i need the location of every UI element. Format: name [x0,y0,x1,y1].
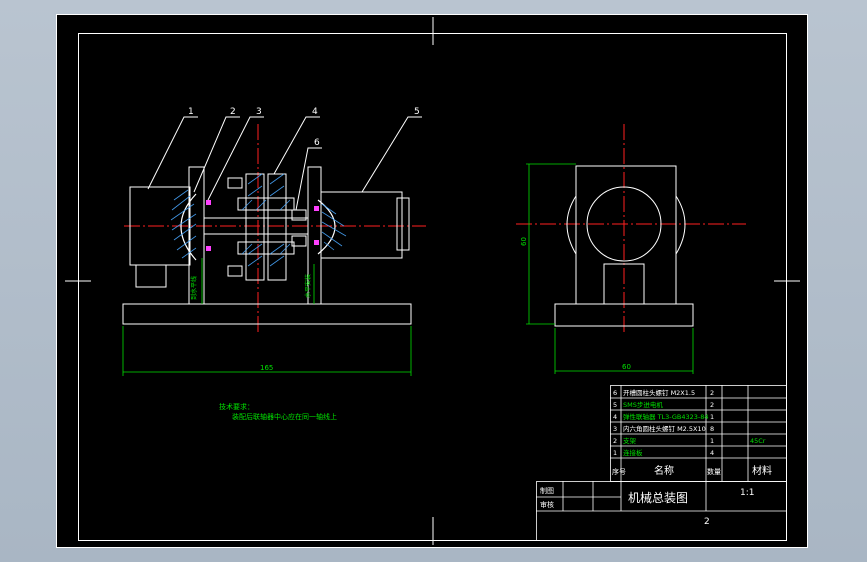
notes-heading: 技术要求： [219,402,254,411]
balloon-4: 4 [312,107,318,117]
balloon-3: 3 [256,107,262,117]
parts-row-6: 6 开槽圆柱头螺钉 M2X1.5 2 [613,388,714,397]
balloon-5: 5 [414,107,420,117]
parts-row-2: 2 支架 1 45Cr [613,436,766,445]
parts-row-1: 1 连接板 4 [613,448,714,457]
balloon-labels: 1 2 3 4 5 6 [188,107,420,148]
front-view [122,166,412,325]
center-lines [124,124,746,334]
front-width-dimension: 165 [260,364,273,372]
title-block: 制图 审核 机械总装图 1:1 2 [540,486,754,527]
base-plate [122,303,412,325]
part-4-name: 弹性联轴器 TL3-GB4323-84 [623,412,709,421]
header-material: 材料 [752,464,772,477]
part-3-name: 内六角圆柱头螺钉 M2.5X10 [623,424,706,433]
side-dimensions [526,163,694,374]
balloon-2: 2 [230,107,236,117]
sheet-frame [56,14,808,548]
balloon-1: 1 [188,107,194,117]
drawing-title: 机械总装图 [628,490,688,505]
part-4-no: 4 [613,413,617,421]
part-5-qty: 2 [710,401,714,409]
header-qty: 数量 [707,467,721,476]
side-width-dimension: 60 [622,363,631,371]
notes-line-1: 装配后联轴器中心应在同一轴线上 [232,412,337,421]
part-3-no: 3 [613,425,617,433]
part-6-qty: 2 [710,389,714,397]
coupling-left-half [245,173,265,281]
header-no: 序号 [612,467,626,476]
coupling-right-half [267,173,287,281]
right-motor-body [320,191,403,259]
part-4-qty: 1 [710,413,714,421]
part-6-name: 开槽圆柱头螺钉 M2X1.5 [623,388,695,397]
vertical-dim-label-a: 到水平线 [190,276,198,300]
sheet-number: 2 [704,517,710,527]
part-1-qty: 4 [710,449,714,457]
part-5-name: SMS步进电机 [623,400,663,409]
part-2-material: 45Cr [750,437,766,445]
part-2-no: 2 [613,437,617,445]
cad-viewport[interactable]: 1 2 3 4 5 6 165 到水平线 水平安装 60 60 技术要求： 装配… [56,14,808,548]
part-6-no: 6 [613,389,617,397]
part-1-no: 1 [613,449,617,457]
part-3-qty: 8 [710,425,714,433]
parts-row-3: 3 内六角圆柱头螺钉 M2.5X10 8 [613,424,714,433]
balloon-6: 6 [314,138,320,148]
part-2-name: 支架 [623,436,637,445]
part-2-qty: 1 [710,437,714,445]
parts-row-5: 5 SMS步进电机 2 [613,400,714,409]
part-5-no: 5 [613,401,617,409]
checked-label: 审核 [540,500,554,509]
header-name: 名称 [654,464,674,477]
drawing-scale: 1:1 [740,488,754,498]
side-height-dimension: 60 [520,237,528,246]
parts-row-4: 4 弹性联轴器 TL3-GB4323-84 1 [613,412,714,421]
assembly-drawing: 1 2 3 4 5 6 165 到水平线 水平安装 60 60 技术要求： 装配… [56,14,808,548]
part-1-name: 连接板 [623,448,643,457]
vertical-dim-label-b: 水平安装 [304,274,312,298]
drawn-label: 制图 [540,486,554,495]
